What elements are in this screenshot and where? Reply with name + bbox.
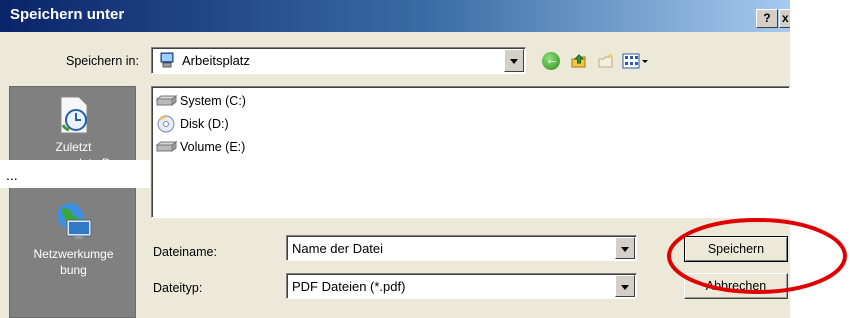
highlight-ellipse	[667, 218, 847, 294]
views-menu-icon[interactable]	[622, 52, 652, 70]
my-computer-icon	[159, 52, 175, 69]
file-name-field[interactable]: Name der Datei	[286, 235, 637, 261]
file-name: Disk (D:)	[180, 117, 229, 131]
chevron-down-icon[interactable]	[504, 49, 524, 72]
file-name-label: Dateiname:	[153, 245, 217, 259]
file-name: Volume (E:)	[180, 140, 246, 154]
file-type-dropdown[interactable]: PDF Dateien (*.pdf)	[286, 273, 637, 299]
chevron-down-icon[interactable]	[615, 237, 635, 259]
back-icon[interactable]	[542, 51, 560, 70]
cd-drive-icon	[157, 115, 175, 133]
save-in-dropdown[interactable]: Arbeitsplatz	[151, 47, 526, 74]
place-label: Zuletzt	[55, 140, 92, 154]
file-name-value: Name der Datei	[292, 241, 384, 256]
save-in-label: Speichern in:	[66, 54, 139, 68]
place-label: Netzwerkumge	[33, 247, 114, 261]
place-label-line2: bung	[60, 263, 87, 277]
list-item[interactable]: Volume (E:)	[156, 137, 245, 157]
up-folder-icon[interactable]	[570, 52, 588, 70]
places-bar: Zuletzt verwendete D Netzwerkumge bung	[9, 86, 136, 318]
new-folder-icon[interactable]	[597, 52, 615, 70]
place-network[interactable]: Netzwerkumge bung	[10, 202, 137, 278]
recent-documents-icon	[60, 96, 87, 134]
hard-drive-icon	[156, 95, 178, 106]
ellipsis: ...	[6, 167, 18, 183]
hard-drive-icon	[156, 141, 178, 152]
file-list[interactable]: System (C:) Disk (D:) Volume (E:)	[151, 86, 790, 218]
help-button[interactable]: ?	[756, 9, 778, 28]
list-item[interactable]: Disk (D:)	[156, 114, 229, 134]
save-in-value: Arbeitsplatz	[182, 53, 250, 68]
file-name: System (C:)	[180, 94, 246, 108]
chevron-down-icon[interactable]	[615, 275, 635, 297]
list-item[interactable]: System (C:)	[156, 91, 246, 111]
window-title: Speichern unter	[10, 6, 125, 23]
network-icon	[56, 203, 91, 239]
crop-gap	[0, 160, 150, 188]
file-type-label: Dateityp:	[153, 281, 203, 295]
file-type-value: PDF Dateien (*.pdf)	[292, 279, 406, 294]
close-button[interactable]: x	[779, 9, 790, 28]
title-bar[interactable]: Speichern unter ? x	[0, 0, 790, 32]
